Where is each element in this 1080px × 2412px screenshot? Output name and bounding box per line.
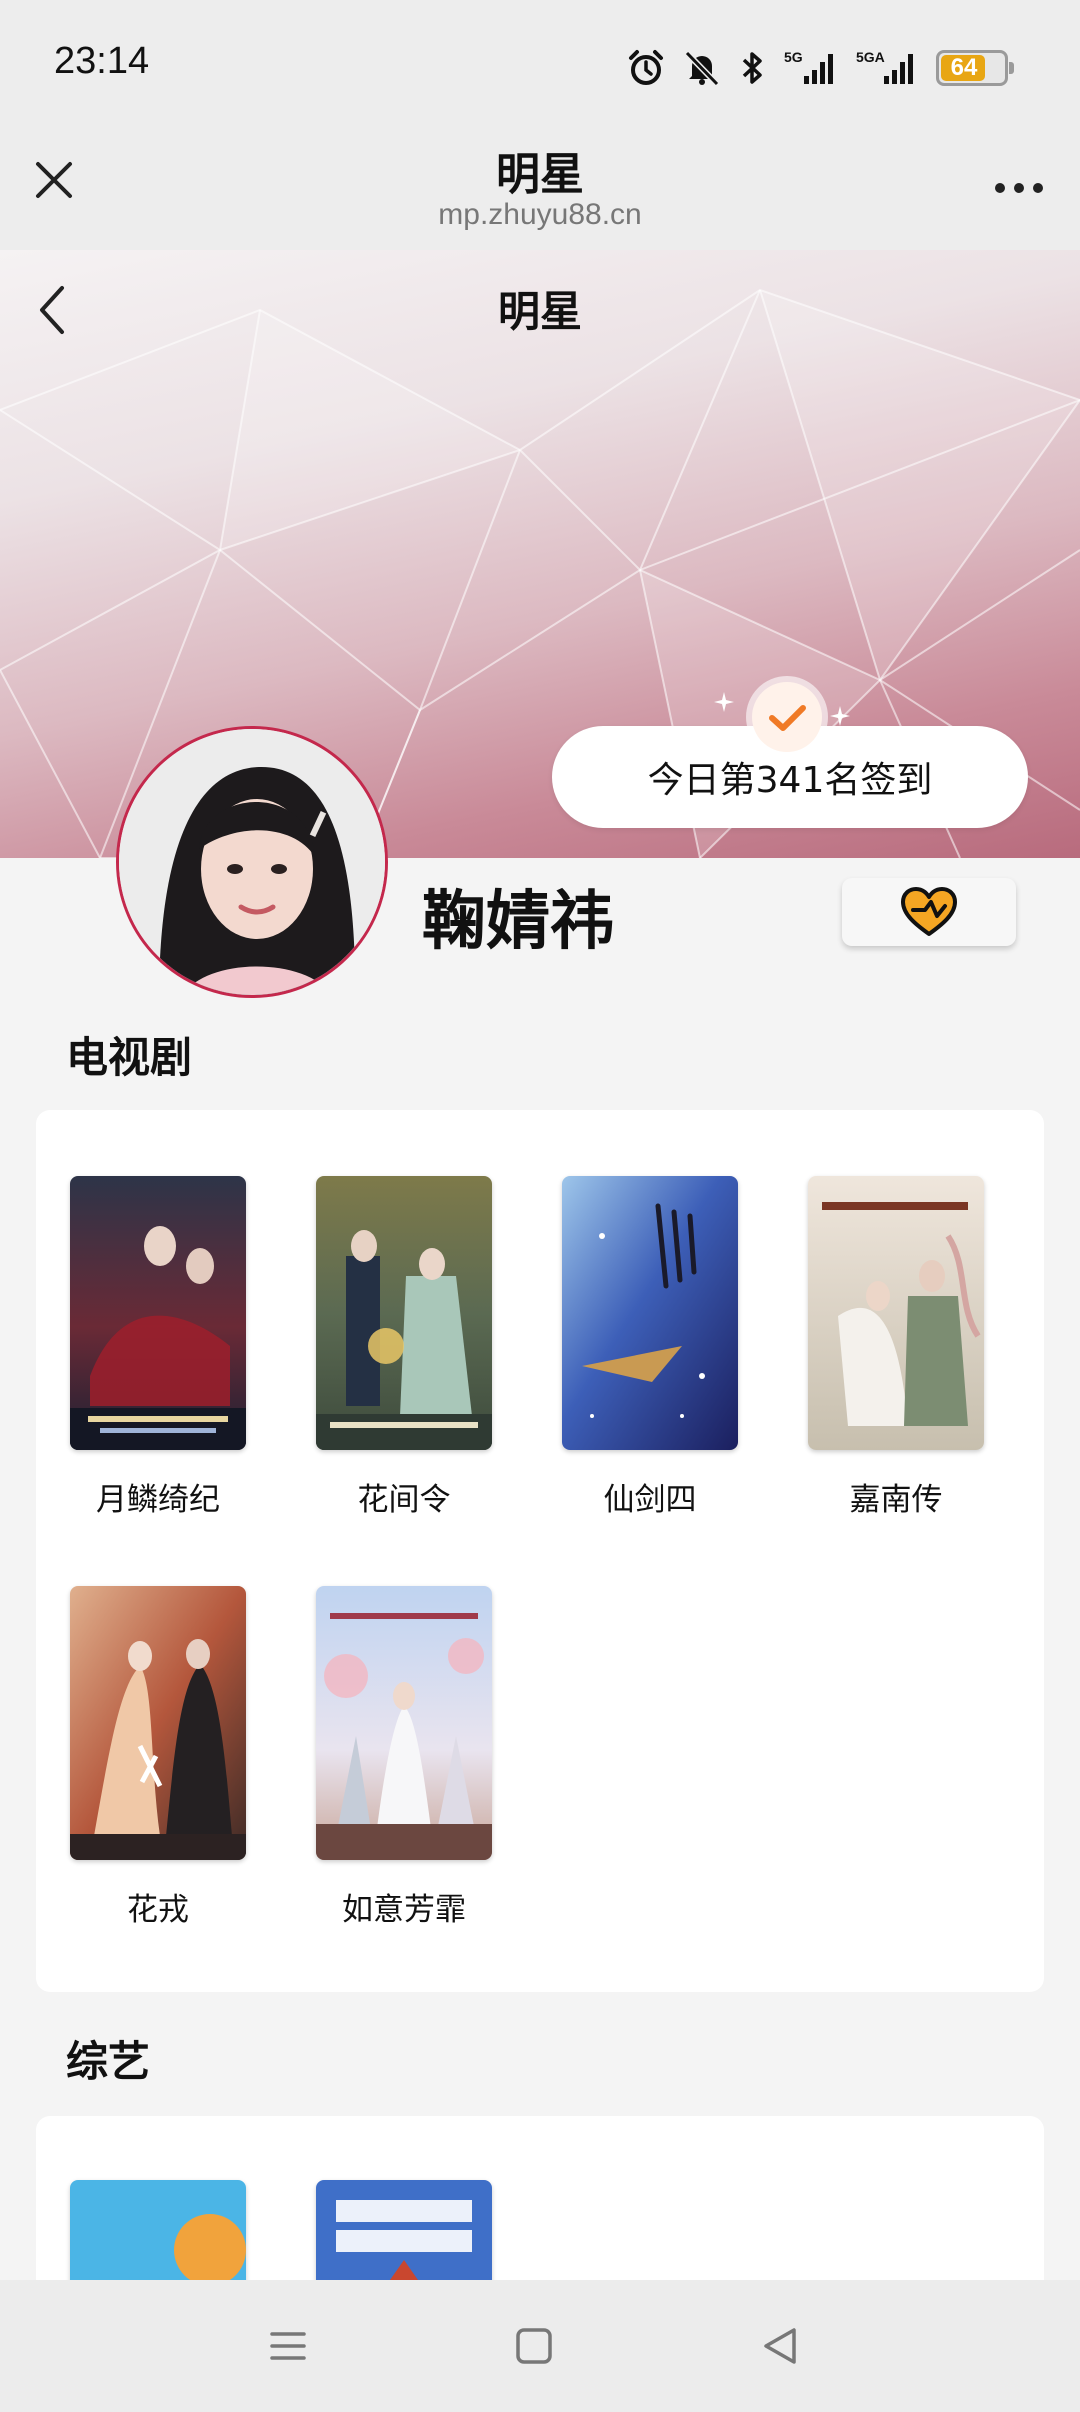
star-name: 鞠婧祎 xyxy=(422,885,614,959)
browser-url: mp.zhuyu88.cn xyxy=(438,198,642,231)
section-title-variety: 综艺 xyxy=(66,2037,151,2086)
tv-item[interactable]: 嘉南传 xyxy=(808,1176,988,1519)
heart-icon xyxy=(901,887,957,936)
check-icon xyxy=(752,682,822,752)
bluetooth-icon xyxy=(742,52,762,84)
battery-cap xyxy=(1009,62,1014,74)
network-label-1: 5G xyxy=(784,49,803,65)
poster-image xyxy=(316,1586,492,1860)
section-title-tv: 电视剧 xyxy=(66,1033,193,1082)
item-title: 花戎 xyxy=(127,1892,189,1928)
poster-image xyxy=(70,1586,246,1860)
back-triangle-icon[interactable] xyxy=(756,2322,804,2370)
signal-5g-icon: 5G xyxy=(784,49,833,84)
tv-item[interactable]: 花戎 xyxy=(70,1586,250,1929)
page-title: 明星 xyxy=(497,287,582,336)
home-icon[interactable] xyxy=(510,2322,558,2370)
network-label-2: 5GA xyxy=(856,49,885,65)
poster-image xyxy=(316,1176,492,1450)
alarm-icon xyxy=(629,50,663,85)
sparkle-icon xyxy=(830,706,850,726)
item-title: 仙剑四 xyxy=(603,1482,697,1518)
poster-image xyxy=(70,1176,246,1450)
poster-image xyxy=(808,1176,984,1450)
menu-icon[interactable] xyxy=(264,2322,312,2370)
battery-level: 64 xyxy=(950,54,978,81)
more-icon[interactable] xyxy=(992,178,1046,198)
tv-item[interactable]: 如意芳霏 xyxy=(316,1586,496,1929)
poster-image xyxy=(562,1176,738,1450)
tv-item[interactable]: 仙剑四 xyxy=(562,1176,742,1519)
tv-item[interactable]: 花间令 xyxy=(316,1176,496,1519)
tv-card: 月鳞绮纪 花间令 仙剑四 嘉南传 花戎 如意芳霏 xyxy=(36,1110,1044,1992)
item-title: 嘉南传 xyxy=(849,1482,943,1518)
avatar xyxy=(116,726,388,998)
tv-item[interactable]: 月鳞绮纪 xyxy=(70,1176,250,1519)
checkin-text: 今日第341名签到 xyxy=(647,760,933,801)
status-bar: 23:14 5G 5GA 64 xyxy=(0,0,1080,132)
mute-icon xyxy=(684,50,720,87)
item-title: 月鳞绮纪 xyxy=(96,1482,220,1518)
navigation-bar xyxy=(0,2280,1080,2412)
signal-5ga-icon: 5GA xyxy=(856,49,913,84)
battery-icon: 64 xyxy=(936,50,1014,86)
sparkle-icon xyxy=(714,692,734,712)
browser-header: 明星 mp.zhuyu88.cn xyxy=(0,132,1080,250)
item-title: 花间令 xyxy=(357,1482,451,1518)
browser-title: 明星 xyxy=(496,149,584,200)
status-time: 23:14 xyxy=(54,40,150,82)
item-title: 如意芳霏 xyxy=(342,1892,466,1928)
status-icons: 5G 5GA 64 xyxy=(626,44,1014,92)
follow-button[interactable] xyxy=(842,878,1016,946)
